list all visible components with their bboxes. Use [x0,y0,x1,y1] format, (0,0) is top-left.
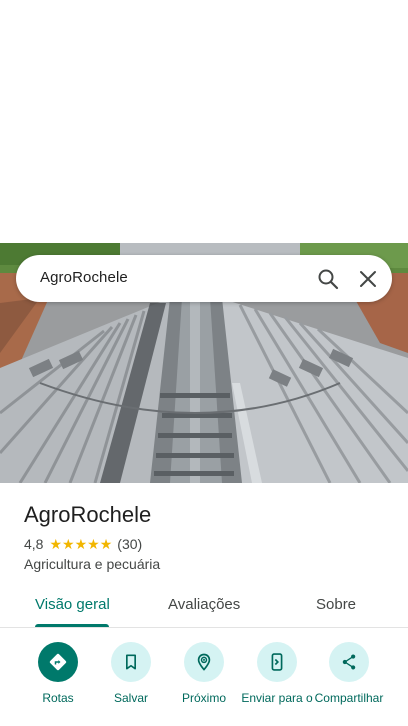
star-icon: ★ [62,536,75,552]
review-count[interactable]: (30) [117,536,142,552]
action-bar: Rotas Salvar Próximo Enviar para o Compa… [0,642,408,726]
send-to-phone-icon [257,642,297,682]
share-icon [329,642,369,682]
search-bar[interactable]: AgroRochele [16,255,392,302]
place-category: Agricultura e pecuária [24,556,161,572]
rating-value: 4,8 [24,536,44,552]
nearby-button[interactable]: Próximo [164,642,244,705]
tab-overview[interactable]: Visão geral [35,596,110,613]
directions-button[interactable]: Rotas [18,642,98,705]
star-rating: ★ ★ ★ ★ ★ [49,537,112,551]
send-to-phone-label: Enviar para o [241,691,313,705]
search-input[interactable]: AgroRochele [40,269,128,286]
place-name: AgroRochele [24,502,152,527]
active-tab-indicator [35,624,109,627]
search-icon[interactable] [316,267,340,291]
share-label: Compartilhar [314,691,384,705]
star-icon: ★ [74,536,88,552]
bookmark-icon [111,642,151,682]
save-button[interactable]: Salvar [91,642,171,705]
close-icon[interactable] [356,267,380,291]
tab-about[interactable]: Sobre [316,596,356,613]
share-button[interactable]: Compartilhar [309,642,389,705]
star-icon: ★ [87,536,100,552]
save-label: Salvar [113,691,148,705]
nearby-label: Próximo [181,691,226,705]
star-icon: ★ [99,536,113,552]
nearby-icon [184,642,224,682]
map-area[interactable] [0,0,408,243]
place-details-page: AgroRochele AgroRochele 4,8 ★ ★ ★ ★ ★ (3… [0,0,408,726]
star-icon: ★ [49,536,63,552]
tab-reviews[interactable]: Avaliações [168,596,240,613]
send-to-phone-button[interactable]: Enviar para o [237,642,317,705]
rating-row[interactable]: 4,8 ★ ★ ★ ★ ★ (30) [24,536,142,552]
directions-label: Rotas [42,691,74,705]
tab-bar: Visão geral Avaliações Sobre [0,588,408,628]
directions-icon [38,642,78,682]
